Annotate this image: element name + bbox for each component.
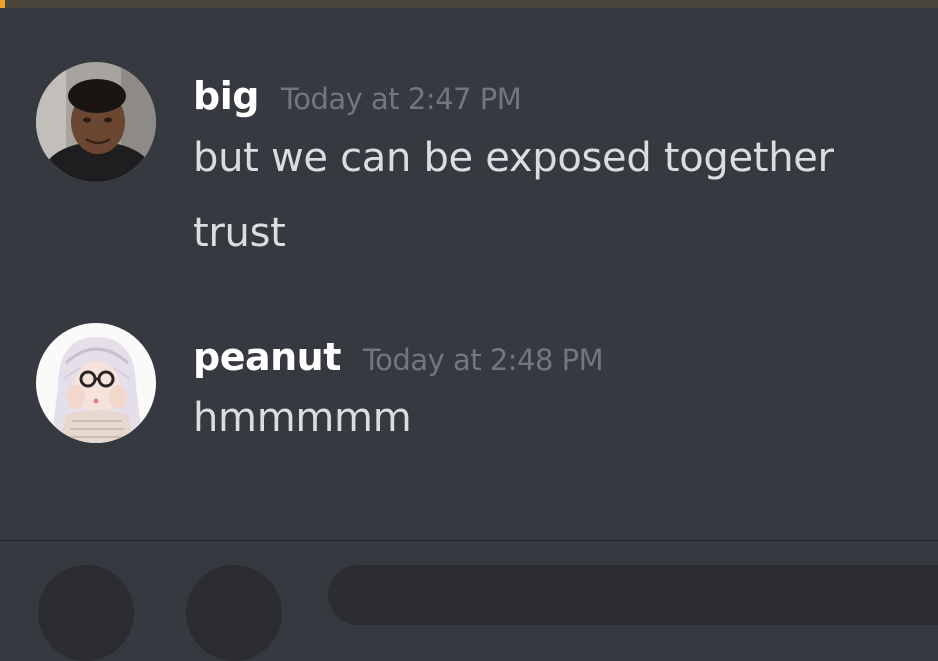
message-text: trust <box>193 210 286 256</box>
message-text: but we can be exposed together <box>193 135 834 181</box>
message-header: peanut Today at 2:48 PM <box>193 335 604 379</box>
message-input[interactable] <box>328 565 938 625</box>
timestamp: Today at 2:47 PM <box>280 82 522 116</box>
unread-accent <box>0 0 5 8</box>
top-strip <box>0 0 938 8</box>
user-avatar[interactable] <box>36 62 156 182</box>
username[interactable]: peanut <box>193 335 341 379</box>
message-group: peanut Today at 2:48 PM hmmmmm <box>0 308 938 468</box>
user-avatar[interactable] <box>36 323 156 443</box>
gift-button[interactable] <box>186 565 282 661</box>
message-header: big Today at 2:47 PM <box>193 74 522 118</box>
illustrated-girl-avatar-icon <box>36 323 156 443</box>
timestamp: Today at 2:48 PM <box>362 343 604 377</box>
add-attachment-button[interactable] <box>38 565 134 661</box>
user-photo-avatar-icon <box>36 62 156 182</box>
composer-bar <box>0 541 938 661</box>
message-list[interactable]: big Today at 2:47 PM but we can be expose… <box>0 8 938 538</box>
username[interactable]: big <box>193 74 259 118</box>
message-group: big Today at 2:47 PM but we can be expose… <box>0 8 938 278</box>
message-text: hmmmmm <box>193 395 412 441</box>
